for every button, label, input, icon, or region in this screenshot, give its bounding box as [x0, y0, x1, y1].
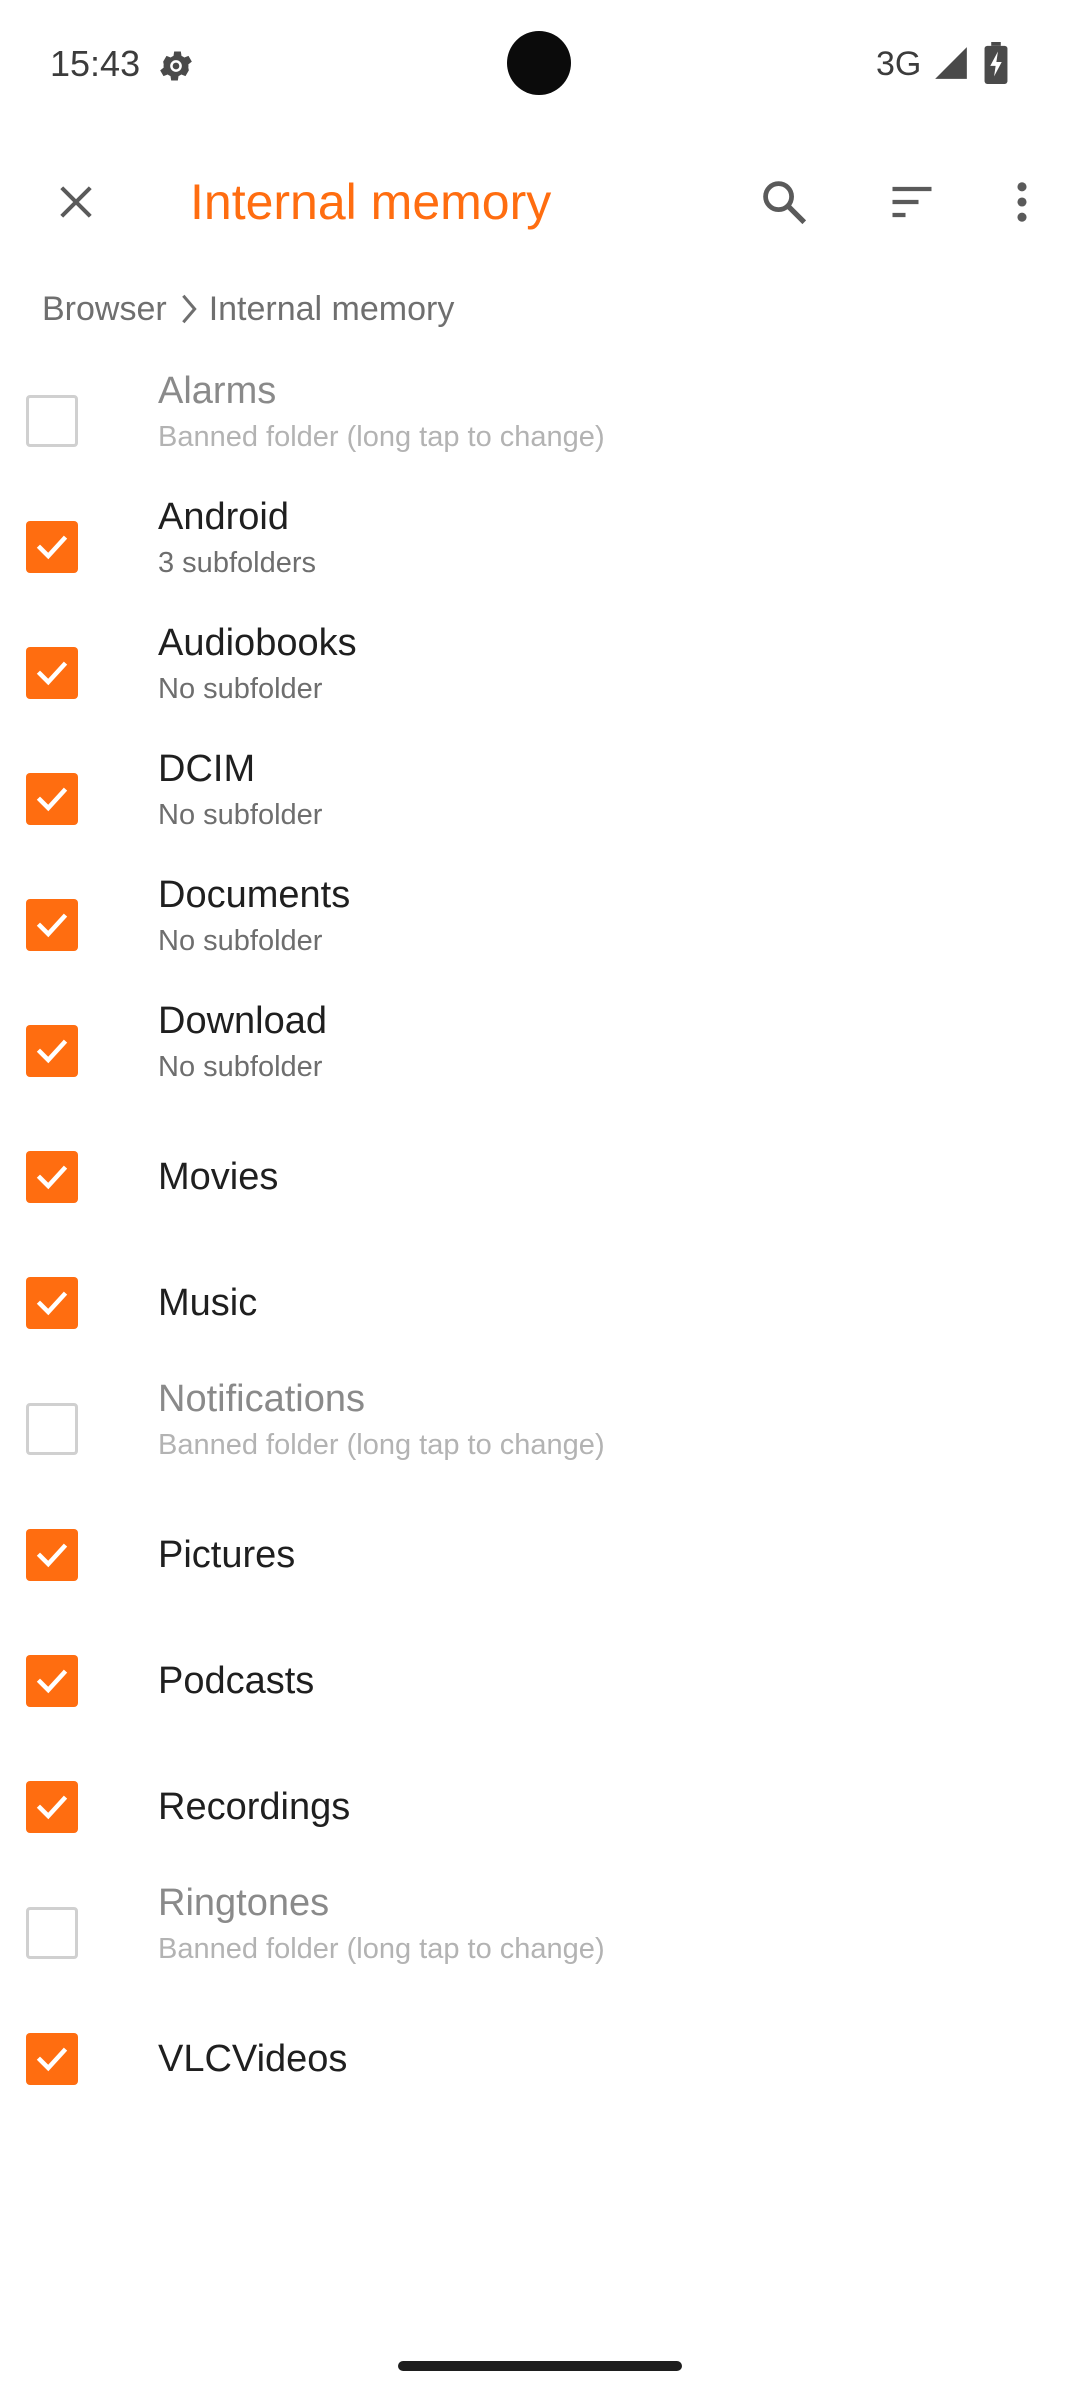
folder-subtitle: Banned folder (long tap to change) — [158, 421, 605, 453]
camera-cutout — [507, 31, 571, 95]
folder-name: Audiobooks — [158, 622, 357, 664]
folder-row[interactable]: Pictures — [0, 1492, 1080, 1618]
status-time: 15:43 — [50, 43, 141, 84]
folder-subtitle: No subfolder — [158, 1051, 323, 1083]
folder-checkbox[interactable] — [26, 1781, 78, 1833]
folder-checkbox[interactable] — [26, 647, 78, 699]
more-options-button[interactable] — [982, 162, 1062, 242]
signal-icon — [935, 47, 967, 79]
search-icon — [763, 181, 807, 225]
folder-name: VLCVideos — [158, 2038, 348, 2080]
folder-row[interactable]: Audiobooks No subfolder — [0, 610, 1080, 736]
close-button[interactable] — [36, 162, 116, 242]
folder-name: Notifications — [158, 1378, 365, 1420]
sort-icon — [892, 186, 932, 218]
folder-name: Android — [158, 496, 289, 538]
folder-checkbox[interactable] — [26, 1151, 78, 1203]
check-icon — [36, 1039, 68, 1064]
folder-row[interactable]: Notifications Banned folder (long tap to … — [0, 1366, 1080, 1492]
folder-checkbox[interactable] — [26, 1529, 78, 1581]
folder-row[interactable]: Recordings — [0, 1744, 1080, 1870]
home-indicator[interactable] — [398, 2361, 682, 2371]
search-button[interactable] — [744, 162, 824, 242]
folder-name: Ringtones — [158, 1882, 330, 1924]
folder-row[interactable]: DCIM No subfolder — [0, 736, 1080, 862]
folder-checkbox[interactable] — [26, 1277, 78, 1329]
folder-row[interactable]: Ringtones Banned folder (long tap to chan… — [0, 1870, 1080, 1996]
check-icon — [36, 787, 68, 812]
folder-subtitle: No subfolder — [158, 673, 323, 705]
folder-row[interactable]: Download No subfolder — [0, 988, 1080, 1114]
page-title: Internal memory — [190, 174, 552, 230]
status-bar: 15:43 3G — [0, 0, 1080, 128]
folder-checkbox[interactable] — [26, 1025, 78, 1077]
check-icon — [36, 913, 68, 938]
screen: 15:43 3G Internal memory Browser Interna… — [0, 0, 1080, 2400]
folder-checkbox[interactable] — [26, 395, 78, 447]
network-type: 3G — [876, 45, 922, 83]
breadcrumb-item-browser[interactable]: Browser — [42, 290, 167, 329]
folder-checkbox[interactable] — [26, 521, 78, 573]
folder-row[interactable]: Music — [0, 1240, 1080, 1366]
folder-checkbox[interactable] — [26, 899, 78, 951]
more-vert-icon — [1017, 182, 1027, 222]
folder-subtitle: No subfolder — [158, 799, 323, 831]
folder-name: Documents — [158, 874, 351, 916]
folder-subtitle: No subfolder — [158, 925, 323, 957]
check-icon — [36, 1543, 68, 1568]
folder-row[interactable]: Android 3 subfolders — [0, 484, 1080, 610]
folder-checkbox[interactable] — [26, 1907, 78, 1959]
folder-row[interactable]: Documents No subfolder — [0, 862, 1080, 988]
toolbar: Internal memory — [0, 140, 1080, 264]
check-icon — [36, 1669, 68, 1694]
folder-name: Podcasts — [158, 1660, 315, 1702]
check-icon — [36, 1795, 68, 1820]
folder-checkbox[interactable] — [26, 1655, 78, 1707]
check-icon — [36, 1165, 68, 1190]
folder-name: Pictures — [158, 1534, 296, 1576]
check-icon — [36, 535, 68, 560]
settings-gear-icon — [160, 51, 192, 81]
folder-name: Music — [158, 1282, 258, 1324]
folder-name: Movies — [158, 1156, 279, 1198]
folder-list: Alarms Banned folder (long tap to change)… — [0, 358, 1080, 2122]
breadcrumb: Browser Internal memory — [42, 284, 454, 334]
folder-subtitle: Banned folder (long tap to change) — [158, 1429, 605, 1461]
folder-row[interactable]: VLCVideos — [0, 1996, 1080, 2122]
check-icon — [36, 2047, 68, 2072]
sort-button[interactable] — [872, 162, 952, 242]
breadcrumb-item-current: Internal memory — [208, 289, 455, 328]
check-icon — [36, 1291, 68, 1316]
folder-checkbox[interactable] — [26, 2033, 78, 2085]
folder-name: Download — [158, 1000, 327, 1042]
folder-name: Recordings — [158, 1786, 351, 1828]
folder-checkbox[interactable] — [26, 773, 78, 825]
chevron-right-icon — [179, 292, 199, 326]
folder-name: DCIM — [158, 748, 256, 790]
battery-charging-icon — [984, 42, 1008, 84]
folder-checkbox[interactable] — [26, 1403, 78, 1455]
folder-subtitle: 3 subfolders — [158, 547, 316, 579]
folder-name: Alarms — [158, 370, 277, 412]
folder-row[interactable]: Alarms Banned folder (long tap to change) — [0, 358, 1080, 484]
check-icon — [36, 661, 68, 686]
close-icon — [60, 186, 92, 218]
folder-row[interactable]: Movies — [0, 1114, 1080, 1240]
folder-row[interactable]: Podcasts — [0, 1618, 1080, 1744]
folder-subtitle: Banned folder (long tap to change) — [158, 1933, 605, 1965]
